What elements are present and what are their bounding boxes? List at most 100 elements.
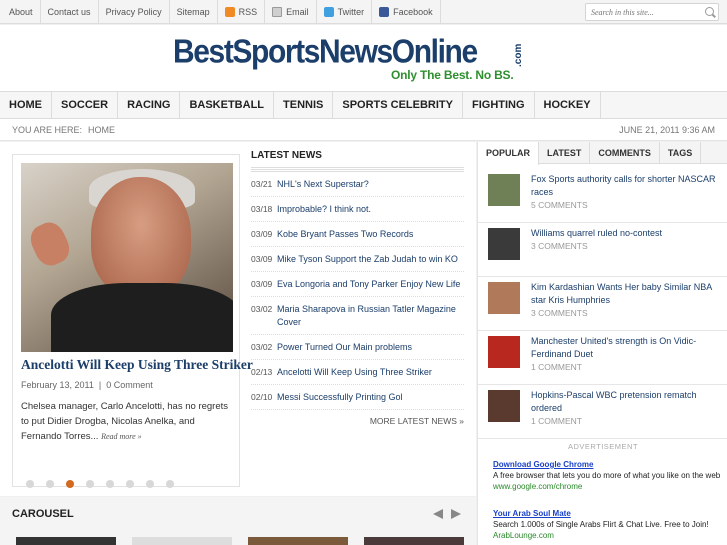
twitter-link[interactable]: Twitter: [317, 0, 373, 24]
nav-home[interactable]: HOME: [0, 92, 52, 118]
popular-thumbnail[interactable]: [488, 390, 520, 422]
top-nav: About Contact us Privacy Policy Sitemap …: [2, 0, 441, 24]
tab-popular[interactable]: POPULAR: [478, 142, 540, 165]
read-more-link[interactable]: Read more »: [101, 432, 142, 441]
popular-thumbnail[interactable]: [488, 282, 520, 314]
tab-comments[interactable]: COMMENTS: [590, 142, 660, 164]
advertisement-label: ADVERTISEMENT: [567, 442, 639, 451]
popular-title-link[interactable]: Kim Kardashian Wants Her baby Similar NB…: [531, 281, 723, 307]
popular-item: Kim Kardashian Wants Her baby Similar NB…: [478, 277, 727, 331]
nav-hockey[interactable]: HOCKEY: [535, 92, 601, 118]
slider-dot[interactable]: [66, 480, 74, 488]
photo-coat: [51, 283, 233, 352]
email-link[interactable]: Email: [265, 0, 317, 24]
popular-thumbnail[interactable]: [488, 336, 520, 368]
nav-tennis[interactable]: TENNIS: [274, 92, 334, 118]
carousel-thumb[interactable]: [16, 537, 116, 545]
carousel-thumb[interactable]: [132, 537, 232, 545]
latest-news: LATEST NEWS 03/21 NHL's Next Superstar? 03…: [251, 150, 464, 426]
latest-news-link[interactable]: Kobe Bryant Passes Two Records: [277, 228, 464, 241]
ad-block: Download Google Chrome A free browser th…: [493, 459, 721, 492]
rss-label: RSS: [238, 7, 258, 17]
top-nav-about[interactable]: About: [2, 0, 41, 24]
ad-url[interactable]: ArabLounge.com: [493, 531, 554, 540]
popular-item: Fox Sports authority calls for shorter N…: [478, 169, 727, 223]
latest-news-link[interactable]: Mike Tyson Support the Zab Judah to win …: [277, 253, 464, 266]
latest-news-link[interactable]: Maria Sharapova in Russian Tatler Magazi…: [277, 303, 464, 329]
latest-news-item: 03/09 Eva Longoria and Tony Parker Enjoy …: [251, 272, 464, 297]
carousel-thumb[interactable]: [248, 537, 348, 545]
latest-news-date: 03/02: [251, 342, 273, 352]
latest-news-link[interactable]: Messi Successfully Printing Gol: [277, 391, 464, 404]
latest-news-date: 03/09: [251, 229, 273, 239]
latest-news-link[interactable]: Ancelotti Will Keep Using Three Striker: [277, 366, 464, 379]
featured-photo[interactable]: [21, 163, 233, 352]
main-content: Ancelotti Will Keep Using Three Striker …: [0, 142, 476, 496]
ad-body: A free browser that lets you do more of …: [493, 471, 721, 480]
rss-link[interactable]: RSS: [218, 0, 266, 24]
breadcrumb-home-link[interactable]: HOME: [88, 125, 115, 135]
carousel: CAROUSEL: [0, 497, 476, 545]
latest-news-date: 02/13: [251, 367, 273, 377]
top-bar: About Contact us Privacy Policy Sitemap …: [0, 0, 727, 24]
slider-dot[interactable]: [106, 480, 114, 488]
popular-comment-count[interactable]: 1 COMMENT: [531, 362, 582, 372]
top-nav-sitemap[interactable]: Sitemap: [170, 0, 218, 24]
latest-news-item: 03/02 Maria Sharapova in Russian Tatler M…: [251, 297, 464, 335]
search-icon[interactable]: [705, 7, 714, 16]
meta-separator: |: [98, 380, 102, 390]
popular-title-link[interactable]: Manchester United's strength is On Vidic…: [531, 335, 723, 361]
nav-racing[interactable]: RACING: [118, 92, 181, 118]
featured-title[interactable]: Ancelotti Will Keep Using Three Striker: [21, 357, 253, 373]
search-input[interactable]: [586, 4, 698, 20]
ad-url[interactable]: www.google.com/chrome: [493, 482, 582, 491]
featured-date: February 13, 2011: [21, 380, 94, 390]
nav-fighting[interactable]: FIGHTING: [463, 92, 535, 118]
carousel-thumb[interactable]: [364, 537, 464, 545]
carousel-prev-arrow-icon[interactable]: [433, 509, 443, 519]
slider-dot[interactable]: [126, 480, 134, 488]
site-logo[interactable]: BestSportsNewsOnline .com Only The Best.…: [173, 34, 529, 83]
latest-news-link[interactable]: NHL's Next Superstar?: [277, 178, 464, 191]
more-latest-news-link[interactable]: MORE LATEST NEWS »: [251, 416, 464, 426]
featured-comments-link[interactable]: 0 Comment: [106, 380, 153, 390]
top-nav-privacy[interactable]: Privacy Policy: [99, 0, 170, 24]
latest-news-item: 03/09 Mike Tyson Support the Zab Judah to…: [251, 247, 464, 272]
nav-sports-celebrity[interactable]: SPORTS CELEBRITY: [333, 92, 463, 118]
popular-thumbnail[interactable]: [488, 174, 520, 206]
featured-meta: February 13, 2011 | 0 Comment: [21, 380, 153, 390]
top-nav-contact[interactable]: Contact us: [41, 0, 99, 24]
tab-tags[interactable]: TAGS: [660, 142, 702, 164]
popular-comment-count[interactable]: 5 COMMENTS: [531, 200, 588, 210]
slider-dot[interactable]: [46, 480, 54, 488]
photo-face: [91, 177, 191, 297]
popular-comment-count[interactable]: 1 COMMENT: [531, 416, 582, 426]
ad-title[interactable]: Your Arab Soul Mate: [493, 509, 571, 518]
site-header: BestSportsNewsOnline .com Only The Best.…: [0, 25, 727, 91]
popular-thumbnail[interactable]: [488, 228, 520, 260]
popular-title-link[interactable]: Williams quarrel ruled no-contest: [531, 227, 723, 240]
latest-news-item: 03/02 Power Turned Our Main problems: [251, 335, 464, 360]
nav-soccer[interactable]: SOCCER: [52, 92, 119, 118]
latest-news-item: 02/13 Ancelotti Will Keep Using Three Str…: [251, 360, 464, 385]
carousel-next-arrow-icon[interactable]: [451, 509, 461, 519]
popular-title-link[interactable]: Hopkins-Pascal WBC pretension rematch or…: [531, 389, 723, 415]
slider-dot[interactable]: [166, 480, 174, 488]
slider-dot[interactable]: [26, 480, 34, 488]
popular-comment-count[interactable]: 3 COMMENTS: [531, 241, 588, 251]
latest-news-link[interactable]: Improbable? I think not.: [277, 203, 464, 216]
breadcrumb-prefix: YOU ARE HERE: HOME: [12, 125, 115, 135]
popular-comment-count[interactable]: 3 COMMENTS: [531, 308, 588, 318]
latest-news-link[interactable]: Eva Longoria and Tony Parker Enjoy New L…: [277, 278, 464, 291]
slider-dot[interactable]: [146, 480, 154, 488]
featured-slider: Ancelotti Will Keep Using Three Striker …: [12, 154, 253, 488]
ad-title[interactable]: Download Google Chrome: [493, 460, 593, 469]
latest-news-link[interactable]: Power Turned Our Main problems: [277, 341, 464, 354]
tab-latest[interactable]: LATEST: [539, 142, 591, 164]
latest-news-item: 03/09 Kobe Bryant Passes Two Records: [251, 222, 464, 247]
popular-title-link[interactable]: Fox Sports authority calls for shorter N…: [531, 173, 723, 199]
email-icon: [272, 7, 283, 17]
slider-dot[interactable]: [86, 480, 94, 488]
nav-basketball[interactable]: BASKETBALL: [180, 92, 275, 118]
facebook-link[interactable]: Facebook: [372, 0, 441, 24]
